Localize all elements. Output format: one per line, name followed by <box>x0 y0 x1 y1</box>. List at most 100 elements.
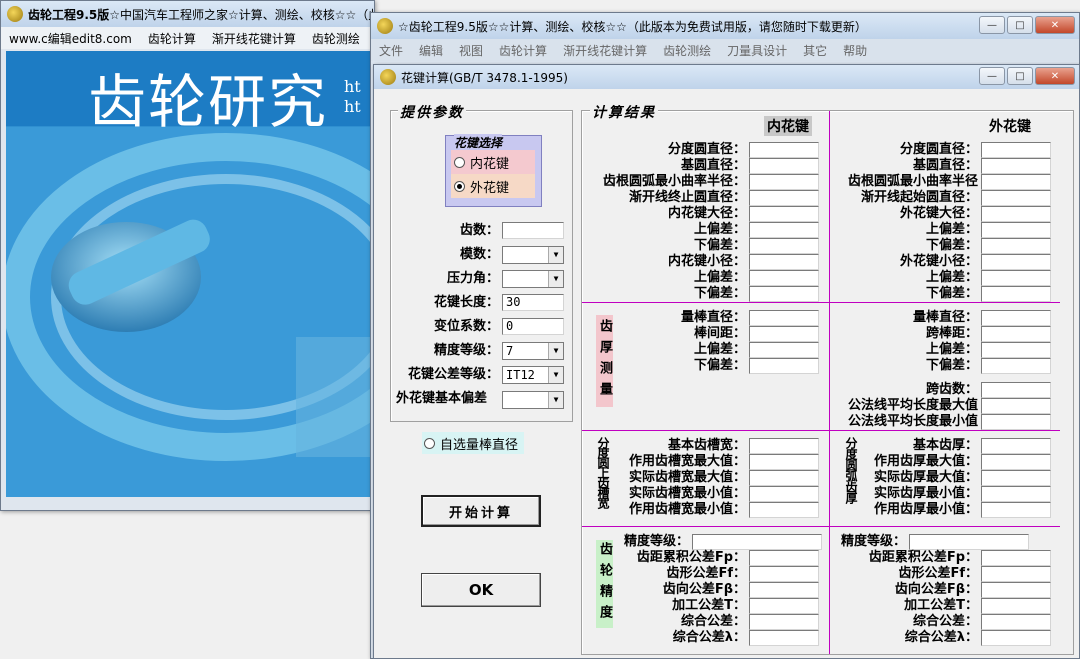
result-field[interactable] <box>981 566 1051 582</box>
result-field[interactable] <box>749 438 819 454</box>
result-field[interactable] <box>981 270 1051 286</box>
result-field[interactable] <box>981 630 1051 646</box>
result-field[interactable] <box>749 550 819 566</box>
menu-item[interactable]: 文件 <box>371 42 411 59</box>
result-field[interactable] <box>749 174 819 190</box>
menu-item[interactable]: 齿轮测绘 <box>655 42 719 59</box>
result-field[interactable] <box>981 342 1051 358</box>
result-field[interactable] <box>981 206 1051 222</box>
result-field[interactable] <box>749 206 819 222</box>
result-field[interactable] <box>981 486 1051 502</box>
result-field[interactable] <box>749 142 819 158</box>
back-menu-item[interactable]: 齿轮测绘 <box>304 30 368 47</box>
result-field[interactable] <box>981 382 1051 398</box>
result-field[interactable] <box>749 470 819 486</box>
result-field[interactable] <box>749 486 819 502</box>
minimize-button[interactable]: — <box>979 16 1005 34</box>
param-combo[interactable]: IT12 ▼ <box>502 366 564 384</box>
param-input[interactable]: 30 <box>502 294 564 311</box>
result-label: 齿形公差Ff： <box>898 566 978 581</box>
menu-item[interactable]: 齿轮计算 <box>491 42 555 59</box>
result-field[interactable] <box>749 222 819 238</box>
result-field[interactable] <box>981 142 1051 158</box>
custom-pin-option[interactable]: 自选量棒直径 <box>422 432 525 454</box>
param-input[interactable] <box>502 222 564 239</box>
result-field[interactable] <box>749 286 819 302</box>
close-button[interactable]: ✕ <box>1035 16 1075 34</box>
result-field[interactable] <box>749 342 819 358</box>
back-window-titlebar[interactable]: 齿轮工程9.5版☆ 中国汽车工程师之家☆计算、测绘、校核☆☆（此版本为免费试用版… <box>1 1 374 27</box>
result-field[interactable] <box>749 598 819 614</box>
result-field[interactable] <box>981 190 1051 206</box>
result-field[interactable] <box>749 190 819 206</box>
radio-circle[interactable] <box>454 156 465 168</box>
main-window-titlebar[interactable]: ☆齿轮工程9.5版☆☆计算、测绘、校核☆☆（此版本为免费试用版，请您随时下载更新… <box>371 13 1079 39</box>
radio-outer-spline[interactable]: 外花键 <box>451 174 535 198</box>
result-field[interactable] <box>749 158 819 174</box>
result-field[interactable] <box>749 238 819 254</box>
menu-item[interactable]: 其它 <box>795 42 835 59</box>
menu-item[interactable]: 刀量具设计 <box>719 42 795 59</box>
result-field[interactable] <box>981 414 1051 430</box>
result-field[interactable] <box>749 582 819 598</box>
result-field[interactable] <box>749 614 819 630</box>
result-field[interactable] <box>981 326 1051 342</box>
result-field[interactable] <box>981 438 1051 454</box>
menu-item[interactable]: 帮助 <box>835 42 875 59</box>
result-field[interactable] <box>749 566 819 582</box>
result-field[interactable] <box>981 470 1051 486</box>
result-field[interactable] <box>692 534 822 550</box>
menu-item[interactable]: 渐开线花键计算 <box>555 42 655 59</box>
result-field[interactable] <box>909 534 1029 550</box>
result-field[interactable] <box>981 598 1051 614</box>
menu-item[interactable]: 编辑 <box>411 42 451 59</box>
result-field[interactable] <box>749 270 819 286</box>
result-field[interactable] <box>981 454 1051 470</box>
calculate-button[interactable]: 开始计算 <box>421 495 541 527</box>
chevron-down-icon[interactable]: ▼ <box>548 367 563 383</box>
result-field[interactable] <box>981 502 1051 518</box>
result-field[interactable] <box>981 550 1051 566</box>
result-field[interactable] <box>981 238 1051 254</box>
result-field[interactable] <box>981 398 1051 414</box>
param-combo[interactable]: ▼ <box>502 246 564 264</box>
radio-inner-spline[interactable]: 内花键 <box>451 150 535 174</box>
result-field[interactable] <box>981 310 1051 326</box>
back-menu-item[interactable]: 渐开线花键计算 <box>204 30 304 47</box>
chevron-down-icon[interactable]: ▼ <box>548 392 563 408</box>
result-field[interactable] <box>749 326 819 342</box>
result-field[interactable] <box>981 286 1051 302</box>
minimize-button[interactable]: — <box>979 67 1005 85</box>
result-field[interactable] <box>749 630 819 646</box>
ok-button[interactable]: OK <box>421 573 541 607</box>
param-combo[interactable]: ▼ <box>502 391 564 409</box>
maximize-button[interactable]: □ <box>1007 67 1033 85</box>
back-menu-item[interactable]: 齿轮计算 <box>140 30 204 47</box>
result-field[interactable] <box>981 174 1051 190</box>
result-field[interactable] <box>981 254 1051 270</box>
radio-circle[interactable] <box>424 437 435 449</box>
result-field[interactable] <box>749 502 819 518</box>
menu-item[interactable]: 视图 <box>451 42 491 59</box>
param-combo[interactable]: 7 ▼ <box>502 342 564 360</box>
result-field[interactable] <box>981 614 1051 630</box>
param-input[interactable]: 0 <box>502 318 564 335</box>
result-field[interactable] <box>981 222 1051 238</box>
result-field[interactable] <box>981 358 1051 374</box>
result-field[interactable] <box>749 454 819 470</box>
result-field[interactable] <box>749 358 819 374</box>
close-button[interactable]: ✕ <box>1035 67 1075 85</box>
result-field[interactable] <box>981 582 1051 598</box>
chevron-down-icon[interactable]: ▼ <box>548 343 563 359</box>
result-field[interactable] <box>749 254 819 270</box>
chevron-down-icon[interactable]: ▼ <box>548 271 563 287</box>
dialog-titlebar[interactable]: 花键计算(GB/T 3478.1-1995) — □ ✕ <box>374 65 1079 89</box>
back-menu-item[interactable]: www.c编辑edit8.com <box>1 30 140 47</box>
divider-vertical <box>829 111 830 654</box>
param-combo[interactable]: ▼ <box>502 270 564 288</box>
chevron-down-icon[interactable]: ▼ <box>548 247 563 263</box>
maximize-button[interactable]: □ <box>1007 16 1033 34</box>
radio-circle-selected[interactable] <box>454 180 465 192</box>
result-field[interactable] <box>749 310 819 326</box>
result-field[interactable] <box>981 158 1051 174</box>
